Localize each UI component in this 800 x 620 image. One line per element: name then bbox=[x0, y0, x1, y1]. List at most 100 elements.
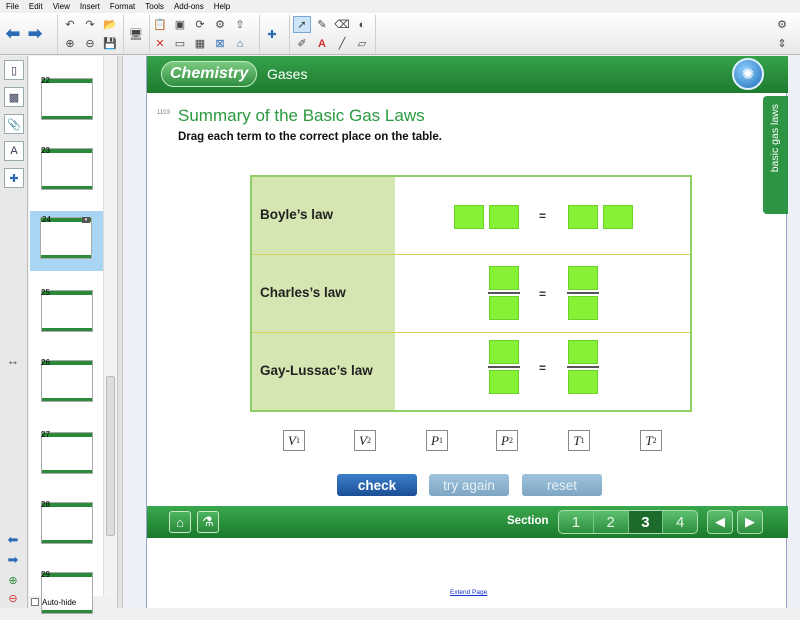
delete-page-icon[interactable]: ⊖ bbox=[81, 35, 99, 52]
table-icon[interactable]: ▦ bbox=[191, 35, 209, 52]
sidebar-divider[interactable] bbox=[117, 56, 123, 608]
redo-icon[interactable]: ↷ bbox=[81, 16, 99, 33]
drop-target-box[interactable] bbox=[568, 296, 598, 320]
drop-target-box[interactable] bbox=[454, 205, 484, 229]
drop-target-box[interactable] bbox=[489, 340, 519, 364]
page-thumbnail-selected[interactable]: 24 ▾ bbox=[30, 211, 104, 271]
term-p2[interactable]: P2 bbox=[496, 430, 518, 451]
menu-format[interactable]: Format bbox=[110, 2, 135, 11]
next-section-icon[interactable]: ▶ bbox=[737, 510, 763, 534]
sorter-scrollbar-thumb[interactable] bbox=[106, 376, 115, 536]
page-back-icon[interactable]: ⬅ bbox=[4, 532, 22, 548]
drop-target-box[interactable] bbox=[489, 205, 519, 229]
gear-icon[interactable]: ⚙ bbox=[773, 16, 791, 33]
page-thumbnail[interactable]: 28 bbox=[37, 500, 97, 550]
page-thumbnail[interactable]: 29 bbox=[37, 570, 97, 620]
text-icon[interactable]: A bbox=[313, 35, 331, 52]
insert-page-icon[interactable]: ⊕ bbox=[4, 572, 22, 588]
gallery-tab-icon[interactable]: ▩ bbox=[4, 87, 24, 107]
drop-target-box[interactable] bbox=[489, 296, 519, 320]
magic-pen-icon[interactable]: ✎ bbox=[313, 16, 331, 33]
drop-target-box[interactable] bbox=[489, 266, 519, 290]
equals-sign: = bbox=[539, 361, 547, 375]
drop-target-box[interactable] bbox=[568, 205, 598, 229]
upload-icon[interactable]: ⇧ bbox=[231, 16, 249, 33]
section-button-1[interactable]: 1 bbox=[559, 511, 594, 533]
page-forward-icon[interactable]: ➡ bbox=[4, 552, 22, 568]
term-t2[interactable]: T2 bbox=[640, 430, 662, 451]
page-thumbnail[interactable]: 23 bbox=[37, 146, 97, 196]
sorter-scrollbar[interactable] bbox=[103, 56, 117, 596]
attachments-tab-icon[interactable]: 📎 bbox=[4, 114, 24, 134]
menu-help[interactable]: Help bbox=[214, 2, 230, 11]
drop-target-box[interactable] bbox=[489, 370, 519, 394]
table-row: Boyle’s law = bbox=[252, 177, 690, 255]
term-v1[interactable]: V1 bbox=[283, 430, 305, 451]
pens-icon[interactable]: ✐ bbox=[293, 35, 311, 52]
paste-icon[interactable]: 📋 bbox=[151, 16, 169, 33]
resize-icon[interactable]: ↔ bbox=[4, 352, 22, 368]
auto-hide-toggle[interactable]: Auto-hide bbox=[28, 596, 120, 608]
thumbnail-menu-icon[interactable]: ▾ bbox=[82, 217, 90, 223]
extend-page-link[interactable]: Extend Page bbox=[450, 589, 487, 596]
auto-hide-checkbox[interactable] bbox=[31, 598, 39, 606]
drop-target-box[interactable] bbox=[568, 370, 598, 394]
line-icon[interactable]: ╱ bbox=[333, 35, 351, 52]
menu-view[interactable]: View bbox=[53, 2, 70, 11]
page-thumbnail[interactable]: 26 bbox=[37, 358, 97, 408]
eraser-icon[interactable]: ⌫ bbox=[333, 16, 351, 33]
screen-shade-icon[interactable]: ▭ bbox=[171, 35, 189, 52]
equals-sign: = bbox=[539, 287, 547, 301]
page-sorter-tab-icon[interactable]: ▯ bbox=[4, 60, 24, 80]
delete-icon[interactable]: ✕ bbox=[151, 35, 169, 52]
delete-page-sidebar-icon[interactable]: ⊖ bbox=[4, 590, 22, 606]
screen-icon[interactable]: 🖥 bbox=[127, 26, 145, 43]
menu-edit[interactable]: Edit bbox=[29, 2, 43, 11]
open-file-icon[interactable]: 📂 bbox=[101, 16, 119, 33]
fullscreen-icon[interactable]: ⊠ bbox=[211, 35, 229, 52]
home-icon[interactable]: ⌂ bbox=[231, 35, 249, 52]
add-page-icon[interactable]: ⊕ bbox=[61, 35, 79, 52]
term-subscript: 1 bbox=[295, 436, 300, 445]
term-v2[interactable]: V2 bbox=[354, 430, 376, 451]
reset-button[interactable]: reset bbox=[522, 474, 602, 496]
term-t1[interactable]: T1 bbox=[568, 430, 590, 451]
section-button-3[interactable]: 3 bbox=[628, 511, 664, 533]
fill-icon[interactable]: ◐ bbox=[353, 16, 371, 33]
header-subtitle: Gases bbox=[267, 66, 308, 82]
menu-file[interactable]: File bbox=[6, 2, 19, 11]
try-again-button[interactable]: try again bbox=[429, 474, 509, 496]
next-page-icon[interactable]: ➡ bbox=[24, 17, 46, 51]
screen-capture-icon[interactable]: ▣ bbox=[171, 16, 189, 33]
save-icon[interactable]: 💾 bbox=[101, 35, 119, 52]
page-thumbnail[interactable]: 25 bbox=[37, 288, 97, 338]
addons-tab-icon[interactable]: ✚ bbox=[4, 168, 24, 188]
page-thumbnail[interactable]: 27 bbox=[37, 430, 97, 480]
check-button[interactable]: check bbox=[337, 474, 417, 496]
properties-tab-icon[interactable]: A bbox=[4, 141, 24, 161]
section-button-4[interactable]: 4 bbox=[663, 511, 697, 533]
undo-icon[interactable]: ↶ bbox=[61, 16, 79, 33]
page-thumbnail[interactable]: 22 bbox=[37, 76, 97, 126]
chemistry-logo: Chemistry bbox=[161, 61, 258, 87]
drop-target-box[interactable] bbox=[603, 205, 633, 229]
puzzle-icon[interactable]: ✚ bbox=[263, 26, 281, 43]
select-icon[interactable]: ➚ bbox=[293, 16, 311, 33]
drop-target-box[interactable] bbox=[568, 266, 598, 290]
document-camera-icon[interactable]: ⚙ bbox=[211, 16, 229, 33]
rotate-icon[interactable]: ⟳ bbox=[191, 16, 209, 33]
side-tab-basic-gas-laws[interactable]: basic gas laws bbox=[763, 96, 788, 214]
shape-eraser-icon[interactable]: ▱ bbox=[353, 35, 371, 52]
section-button-2[interactable]: 2 bbox=[594, 511, 629, 533]
drop-target-box[interactable] bbox=[568, 340, 598, 364]
activity-icon[interactable]: ⚗ bbox=[197, 511, 219, 533]
move-toolbar-icon[interactable]: ⇕ bbox=[773, 35, 791, 52]
term-p1[interactable]: P1 bbox=[426, 430, 448, 451]
menu-tools[interactable]: Tools bbox=[145, 2, 164, 11]
menu-insert[interactable]: Insert bbox=[80, 2, 100, 11]
previous-page-icon[interactable]: ⬅ bbox=[2, 17, 24, 51]
home-icon[interactable]: ⌂ bbox=[169, 511, 191, 533]
menu-add-ons[interactable]: Add-ons bbox=[174, 2, 204, 11]
term-subscript: 1 bbox=[438, 436, 443, 445]
previous-section-icon[interactable]: ◀ bbox=[707, 510, 733, 534]
